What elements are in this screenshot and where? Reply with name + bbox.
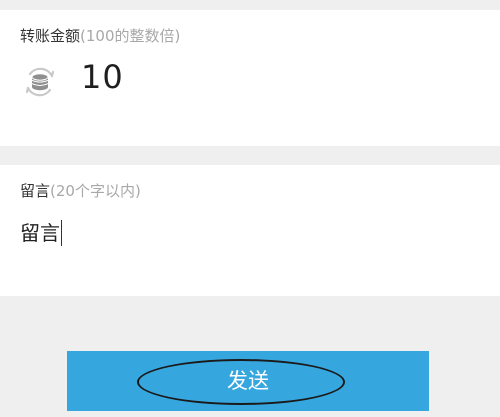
amount-hint: (100的整数倍) (80, 27, 181, 45)
message-label-text: 留言 (20, 182, 51, 200)
coin-stack-icon (22, 64, 58, 100)
send-button-label: 发送 (227, 369, 269, 393)
transfer-form-screen: 转账金额(100的整数倍) 10 留言(20个字以内) 留言 发送 (0, 0, 500, 417)
message-card: 留言(20个字以内) 留言 (0, 165, 500, 296)
message-input-text: 留言 (20, 221, 60, 245)
message-input[interactable]: 留言 (20, 220, 62, 246)
amount-label-text: 转账金额 (20, 27, 81, 45)
text-caret (61, 220, 62, 246)
amount-input[interactable]: 10 (81, 58, 124, 96)
send-button[interactable]: 发送 (67, 351, 429, 411)
amount-card: 转账金额(100的整数倍) 10 (0, 10, 500, 146)
amount-label: 转账金额(100的整数倍) (20, 27, 180, 45)
message-label: 留言(20个字以内) (20, 182, 141, 200)
message-hint: (20个字以内) (50, 182, 141, 200)
